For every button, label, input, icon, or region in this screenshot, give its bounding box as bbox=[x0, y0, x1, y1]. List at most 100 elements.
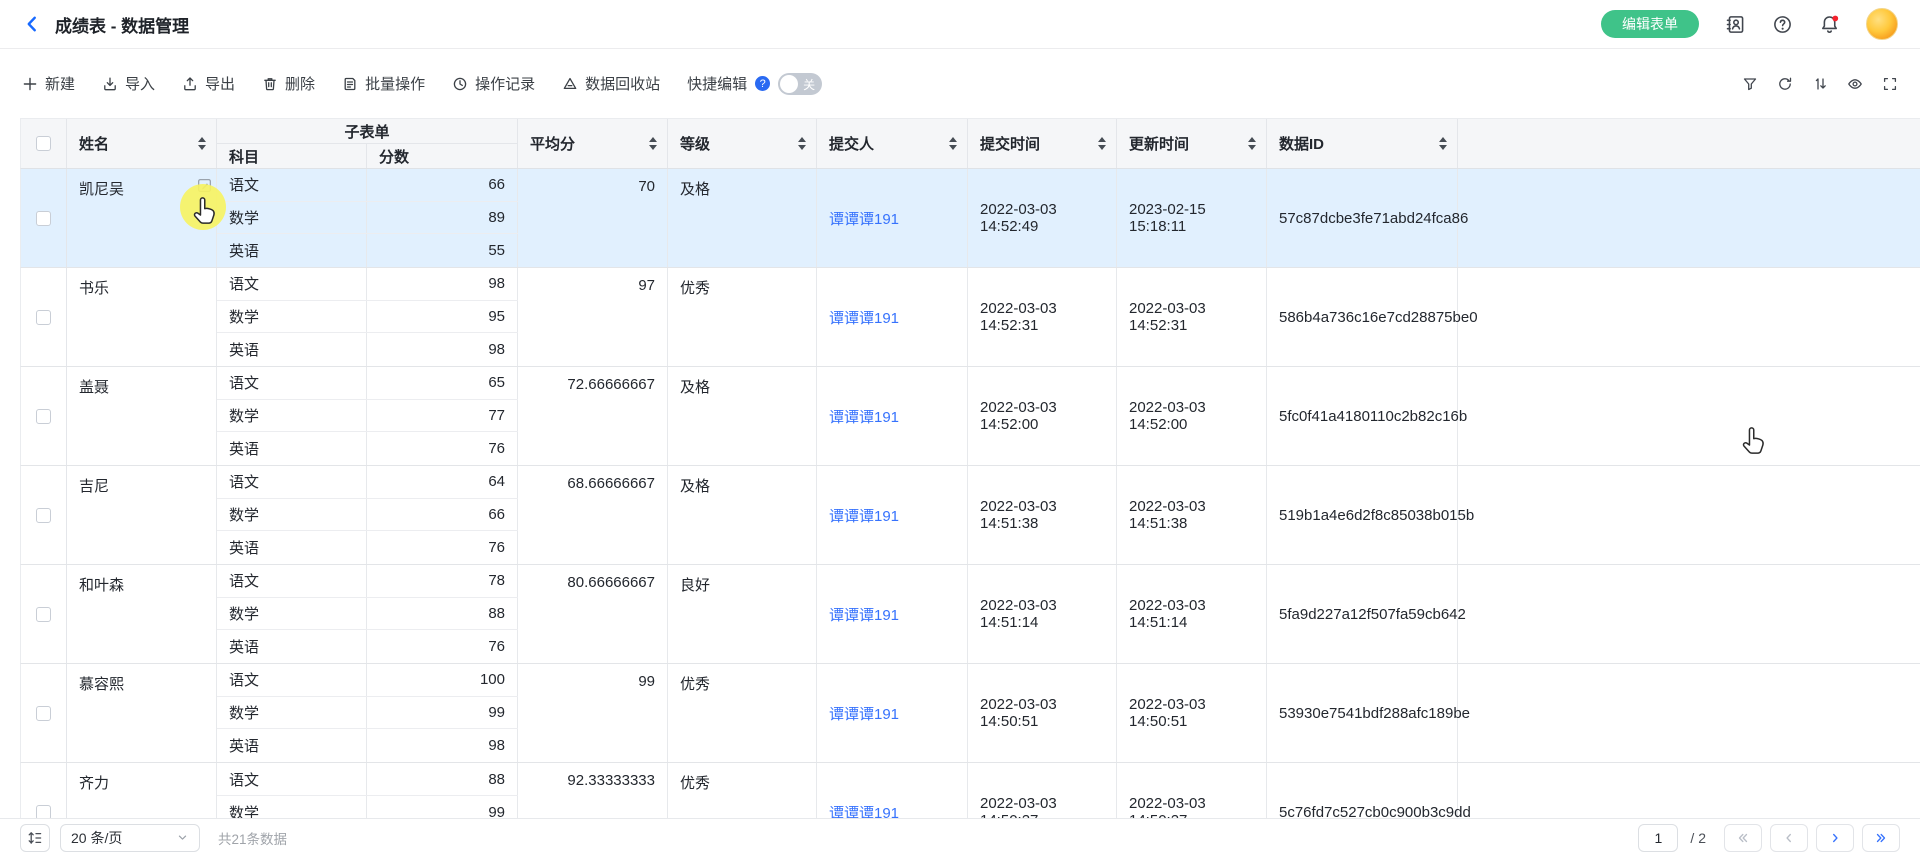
eye-icon[interactable] bbox=[1847, 76, 1863, 92]
user-avatar[interactable] bbox=[1866, 8, 1898, 40]
toolbar-batch-button[interactable]: 批量操作 bbox=[342, 73, 425, 94]
submitter-link[interactable]: 谭谭谭191 bbox=[829, 604, 899, 625]
prev-page-button[interactable] bbox=[1770, 824, 1808, 852]
submitter-link[interactable]: 谭谭谭191 bbox=[829, 505, 899, 526]
page-number-input[interactable]: 1 bbox=[1638, 824, 1678, 852]
score-value: 98 bbox=[367, 268, 518, 300]
submitter-link[interactable]: 谭谭谭191 bbox=[829, 703, 899, 724]
row-checkbox-cell bbox=[21, 169, 67, 267]
subform-row: 英语76 bbox=[217, 630, 518, 663]
sort-icon[interactable] bbox=[1439, 137, 1447, 150]
help-icon[interactable] bbox=[1772, 14, 1793, 35]
sort-icon[interactable] bbox=[1248, 137, 1256, 150]
sort-icon[interactable] bbox=[798, 137, 806, 150]
table-record[interactable]: 齐力语文88数学9992.33333333优秀谭谭谭1912022-03-03 … bbox=[20, 763, 1920, 818]
subform-row: 语文65 bbox=[217, 367, 518, 400]
toolbar-export-button[interactable]: 导出 bbox=[182, 73, 235, 94]
back-icon[interactable] bbox=[22, 14, 42, 34]
sort-icon[interactable] bbox=[1098, 137, 1106, 150]
column-header-submit-time[interactable]: 提交时间 bbox=[968, 119, 1117, 168]
column-header-score[interactable]: 分数 bbox=[367, 144, 517, 168]
row-height-button[interactable] bbox=[20, 824, 50, 852]
grade-cell: 及格 bbox=[668, 367, 817, 465]
row-checkbox[interactable] bbox=[36, 211, 51, 226]
next-page-button[interactable] bbox=[1816, 824, 1854, 852]
table-record[interactable]: 凯尼吴语文66数学89英语5570及格谭谭谭1912022-03-03 14:5… bbox=[20, 169, 1920, 268]
table-record[interactable]: 吉尼语文64数学66英语7668.66666667及格谭谭谭1912022-03… bbox=[20, 466, 1920, 565]
subform-row: 数学95 bbox=[217, 301, 518, 334]
row-checkbox[interactable] bbox=[36, 805, 51, 819]
row-checkbox[interactable] bbox=[36, 706, 51, 721]
toolbar-new-button[interactable]: 新建 bbox=[22, 73, 75, 94]
submitter-link[interactable]: 谭谭谭191 bbox=[829, 802, 899, 819]
score-value: 76 bbox=[367, 432, 518, 465]
submitter-link[interactable]: 谭谭谭191 bbox=[829, 208, 899, 229]
subject-value: 数学 bbox=[217, 598, 367, 630]
sort-icon[interactable] bbox=[1812, 76, 1828, 92]
average-cell: 97 bbox=[518, 268, 668, 366]
toolbar-history-button[interactable]: 操作记录 bbox=[452, 73, 535, 94]
row-checkbox-cell bbox=[21, 664, 67, 762]
subform-row: 英语98 bbox=[217, 333, 518, 366]
student-name: 和叶森 bbox=[79, 577, 124, 594]
score-value: 77 bbox=[367, 400, 518, 432]
edit-form-button[interactable]: 编辑表单 bbox=[1601, 10, 1699, 38]
toggle-state-label: 关 bbox=[803, 76, 815, 93]
table-record[interactable]: 和叶森语文78数学88英语7680.66666667良好谭谭谭1912022-0… bbox=[20, 565, 1920, 664]
plus-icon bbox=[22, 76, 38, 92]
fullscreen-icon[interactable] bbox=[1882, 76, 1898, 92]
submitter-link[interactable]: 谭谭谭191 bbox=[829, 406, 899, 427]
total-count-label: 共21条数据 bbox=[218, 828, 287, 848]
double-chevron-right-icon bbox=[1874, 831, 1888, 845]
score-value: 100 bbox=[367, 664, 518, 696]
submitter-cell: 谭谭谭191 bbox=[817, 664, 968, 762]
quick-edit-toggle[interactable]: 关 bbox=[778, 73, 822, 95]
submitter-link[interactable]: 谭谭谭191 bbox=[829, 307, 899, 328]
subform-cell: 语文100数学99英语98 bbox=[217, 664, 518, 762]
grade-cell: 优秀 bbox=[668, 763, 817, 818]
column-header-data-id[interactable]: 数据ID bbox=[1267, 119, 1458, 168]
subform-row: 英语76 bbox=[217, 432, 518, 465]
subject-value: 英语 bbox=[217, 531, 367, 564]
subform-group-label: 子表单 bbox=[217, 119, 517, 144]
toolbar-delete-button[interactable]: 删除 bbox=[262, 73, 315, 94]
toolbar-recycle-button[interactable]: 数据回收站 bbox=[562, 73, 660, 94]
subject-value: 语文 bbox=[217, 169, 367, 201]
export-icon bbox=[182, 76, 198, 92]
sort-icon[interactable] bbox=[198, 137, 206, 150]
row-checkbox[interactable] bbox=[36, 409, 51, 424]
column-header-update-time[interactable]: 更新时间 bbox=[1117, 119, 1267, 168]
last-page-button[interactable] bbox=[1862, 824, 1900, 852]
contact-icon[interactable] bbox=[1725, 14, 1746, 35]
submit-time-cell: 2022-03-03 14:52:49 bbox=[968, 169, 1117, 267]
sort-icon[interactable] bbox=[649, 137, 657, 150]
refresh-icon[interactable] bbox=[1777, 76, 1793, 92]
column-header-subject[interactable]: 科目 bbox=[217, 144, 367, 168]
quick-edit-help-icon[interactable]: ? bbox=[755, 76, 770, 91]
bell-icon[interactable] bbox=[1819, 14, 1840, 35]
subform-cell: 语文65数学77英语76 bbox=[217, 367, 518, 465]
column-header-avg[interactable]: 平均分 bbox=[518, 119, 668, 168]
column-header-submitter[interactable]: 提交人 bbox=[817, 119, 968, 168]
table-record[interactable]: 盖聂语文65数学77英语7672.66666667及格谭谭谭1912022-03… bbox=[20, 367, 1920, 466]
student-name: 慕容熙 bbox=[79, 676, 124, 693]
first-page-button[interactable] bbox=[1724, 824, 1762, 852]
row-checkbox[interactable] bbox=[36, 508, 51, 523]
row-checkbox[interactable] bbox=[36, 310, 51, 325]
toolbar-import-button[interactable]: 导入 bbox=[102, 73, 155, 94]
select-all-checkbox[interactable] bbox=[36, 136, 51, 151]
filter-icon[interactable] bbox=[1742, 76, 1758, 92]
page-size-select[interactable]: 20 条/页 bbox=[60, 824, 200, 852]
name-cell: 和叶森 bbox=[67, 565, 217, 663]
sort-icon[interactable] bbox=[949, 137, 957, 150]
chevron-right-icon bbox=[1828, 831, 1842, 845]
column-header-grade[interactable]: 等级 bbox=[668, 119, 817, 168]
submitter-cell: 谭谭谭191 bbox=[817, 169, 968, 267]
column-header-name[interactable]: 姓名 bbox=[67, 119, 217, 168]
table-record[interactable]: 书乐语文98数学95英语9897优秀谭谭谭1912022-03-03 14:52… bbox=[20, 268, 1920, 367]
score-value: 88 bbox=[367, 598, 518, 630]
subform-row: 语文78 bbox=[217, 565, 518, 598]
row-checkbox[interactable] bbox=[36, 607, 51, 622]
score-value: 99 bbox=[367, 796, 518, 818]
table-record[interactable]: 慕容熙语文100数学99英语9899优秀谭谭谭1912022-03-03 14:… bbox=[20, 664, 1920, 763]
